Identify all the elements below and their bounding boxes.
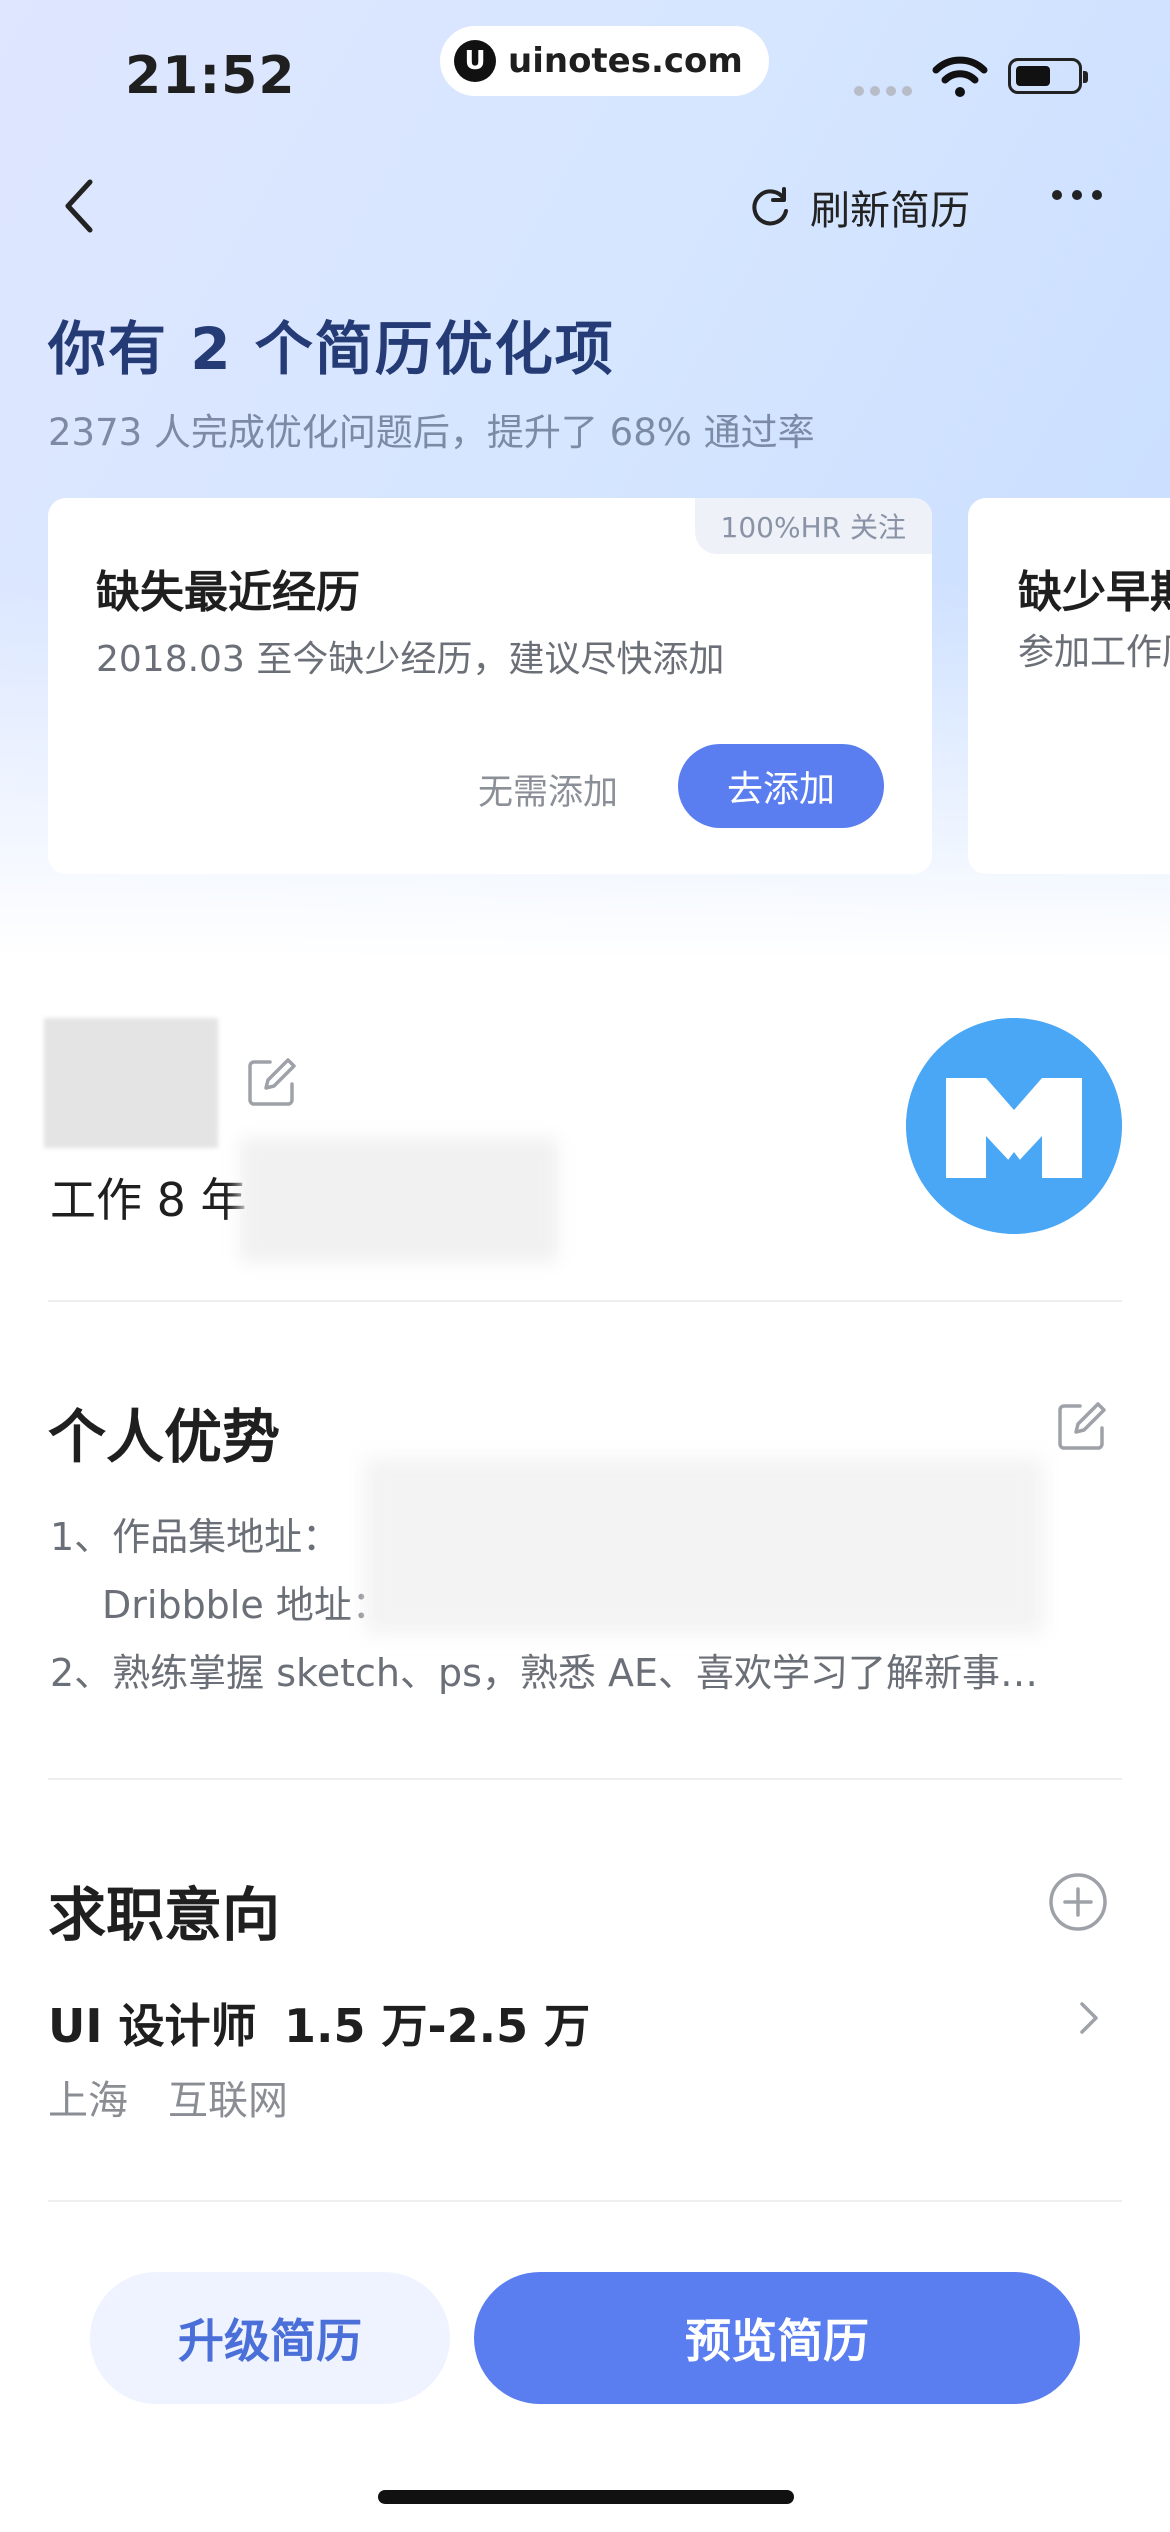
- optimization-title: 你有 2 个简历优化项: [48, 315, 615, 383]
- refresh-label: 刷新简历: [810, 188, 970, 234]
- wifi-icon: [932, 56, 988, 97]
- refresh-icon: [752, 187, 788, 226]
- avatar[interactable]: [906, 1018, 1122, 1234]
- divider: [48, 2200, 1122, 2202]
- card-description: 参加工作历: [1018, 632, 1170, 673]
- profile-info-redacted: [240, 1138, 558, 1262]
- name-redacted: [44, 1018, 218, 1148]
- add-intention-icon[interactable]: [1048, 1872, 1108, 1932]
- advantage-links-redacted: [364, 1458, 1044, 1634]
- card-description: 2018.03 至今缺少经历，建议尽快添加: [96, 639, 725, 680]
- job-title[interactable]: UI 设计师: [48, 1990, 256, 2056]
- chevron-right-icon[interactable]: [1074, 1998, 1104, 2038]
- refresh-resume-button[interactable]: 刷新简历: [748, 178, 970, 236]
- divider: [48, 1300, 1122, 1302]
- job-salary[interactable]: 1.5 万-2.5 万: [284, 1990, 590, 2056]
- edit-advantage-icon[interactable]: [1056, 1400, 1108, 1452]
- intention-section-title: 求职意向: [48, 1881, 281, 1949]
- status-time: 21:52: [125, 46, 296, 106]
- preview-resume-button[interactable]: 预览简历: [474, 2272, 1080, 2404]
- home-indicator[interactable]: [378, 2490, 794, 2504]
- watermark-logo-icon: U: [454, 40, 496, 82]
- card-title: 缺少早期: [1018, 567, 1170, 618]
- work-years: 工作 8 年: [50, 1173, 247, 1227]
- optimization-subtitle: 2373 人完成优化问题后，提升了 68% 通过率: [48, 411, 815, 454]
- skip-add-button[interactable]: 无需添加: [478, 764, 618, 815]
- advantage-line: Dribbble 地址：: [102, 1583, 390, 1627]
- card-title: 缺失最近经历: [96, 567, 360, 618]
- more-options-icon[interactable]: [1052, 190, 1102, 200]
- job-city: 上海: [48, 2078, 128, 2124]
- advantage-section-title: 个人优势: [48, 1403, 281, 1471]
- go-add-button[interactable]: 去添加: [678, 744, 884, 828]
- watermark-badge: U uinotes.com: [440, 26, 769, 96]
- advantage-line: 1、作品集地址：: [50, 1515, 341, 1559]
- edit-profile-icon[interactable]: [246, 1056, 298, 1108]
- back-arrow-icon[interactable]: [56, 176, 106, 236]
- advantage-line: 2、熟练掌握 sketch、ps，熟悉 AE、喜欢学习了解新事…: [50, 1651, 1038, 1695]
- divider: [48, 1778, 1122, 1780]
- hr-attention-badge: 100%HR 关注: [694, 498, 932, 554]
- signal-icon: [854, 86, 912, 96]
- battery-icon: [1008, 58, 1088, 94]
- optimization-card-next[interactable]: 缺少早期 参加工作历: [968, 498, 1170, 874]
- optimization-card: 100%HR 关注 缺失最近经历 2018.03 至今缺少经历，建议尽快添加 无…: [48, 498, 932, 874]
- watermark-text: uinotes.com: [508, 41, 743, 81]
- job-industry: 互联网: [168, 2078, 288, 2124]
- upgrade-resume-button[interactable]: 升级简历: [90, 2272, 450, 2404]
